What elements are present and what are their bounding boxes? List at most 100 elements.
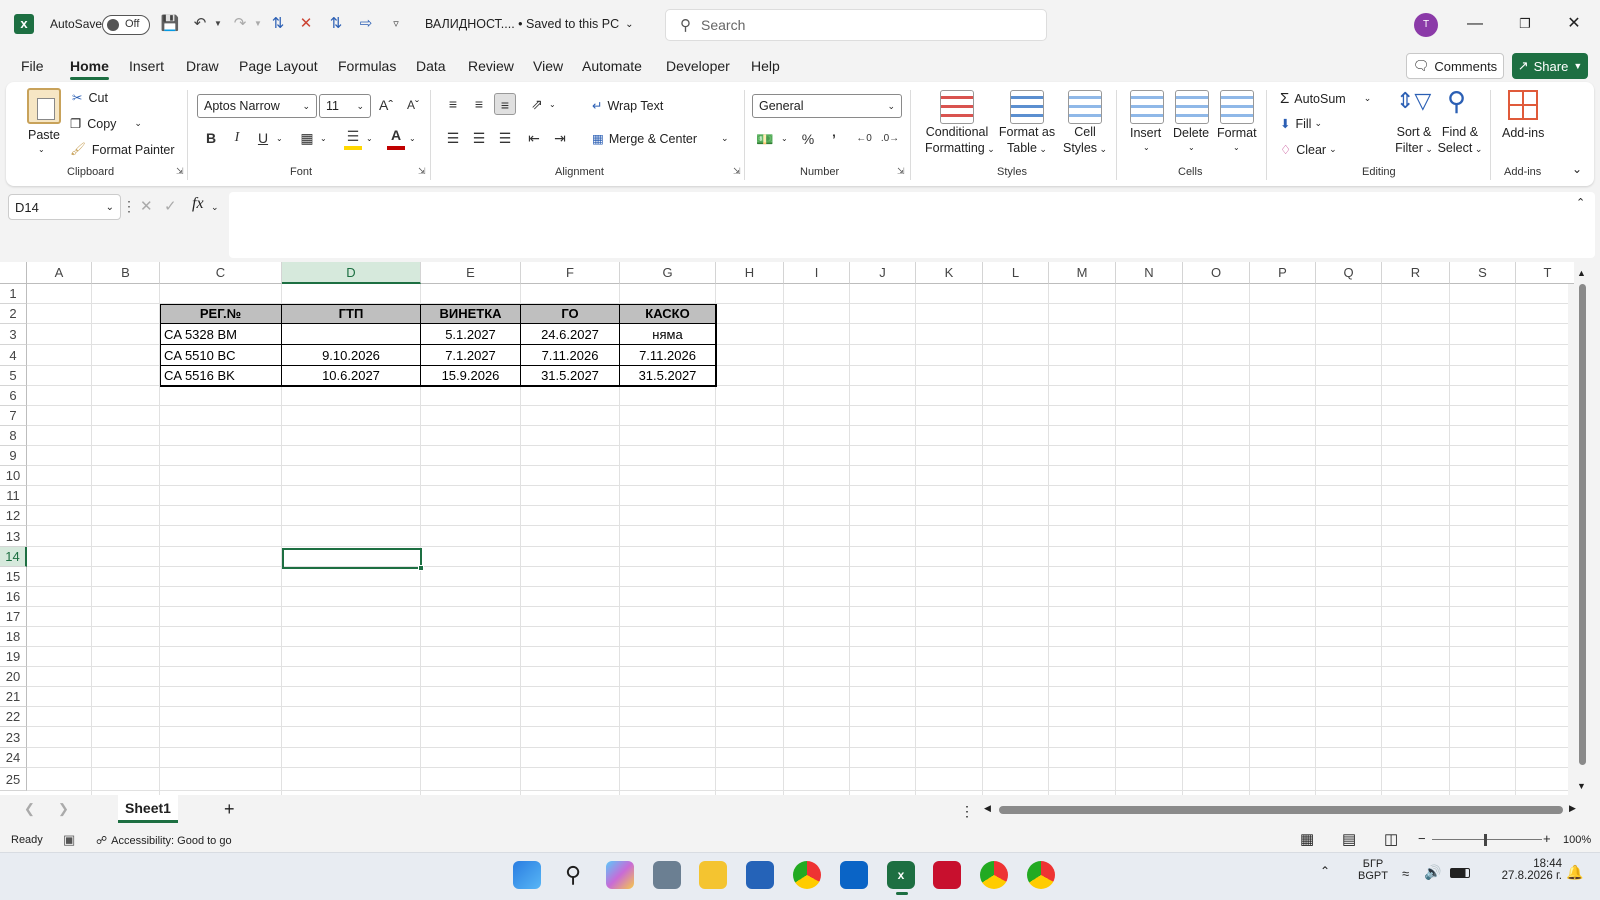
share-button[interactable]: ↗ Share ▼	[1512, 53, 1588, 79]
column-header-s[interactable]: S	[1450, 262, 1516, 284]
column-header-p[interactable]: P	[1250, 262, 1316, 284]
delete-dropdown-icon[interactable]: ⌄	[1188, 143, 1195, 152]
add-sheet-button[interactable]: +	[224, 799, 235, 820]
format-painter-button[interactable]: 🖌 Format Painter	[70, 142, 175, 157]
battery-icon[interactable]	[1450, 868, 1470, 878]
paste-icon[interactable]	[27, 88, 61, 124]
font-family-select[interactable]: Aptos Narrow ⌄	[197, 94, 317, 118]
show-hidden-icons-icon[interactable]: ⌃	[1320, 864, 1330, 878]
find-select-icon[interactable]: ⚲	[1447, 86, 1466, 117]
row-header-18[interactable]: 18	[0, 627, 27, 647]
format-as-table-icon[interactable]	[1010, 90, 1044, 124]
table-header-cell[interactable]: КАСКО	[620, 304, 716, 324]
macro-record-icon[interactable]: ▣	[63, 832, 75, 848]
scroll-left-icon[interactable]: ◀	[984, 803, 991, 814]
dialog-launcher-icon[interactable]: ⇲	[733, 166, 741, 177]
add-ins-label[interactable]: Add-ins	[1502, 126, 1544, 140]
menu-formulas[interactable]: Formulas	[338, 58, 396, 74]
volume-icon[interactable]: 🔊	[1424, 864, 1441, 881]
page-layout-view-icon[interactable]: ▤	[1342, 830, 1356, 848]
table-cell[interactable]: 7.11.2026	[521, 345, 620, 366]
selected-cell[interactable]	[282, 548, 422, 569]
row-header-24[interactable]: 24	[0, 748, 27, 768]
delete-cells-label[interactable]: Delete	[1173, 126, 1209, 140]
minimize-icon[interactable]: —	[1460, 12, 1490, 36]
scroll-down-icon[interactable]: ▼	[1577, 781, 1586, 791]
row-header-12[interactable]: 12	[0, 506, 27, 526]
close-icon[interactable]: ✕	[1559, 12, 1589, 36]
row-header-11[interactable]: 11	[0, 486, 27, 506]
menu-data[interactable]: Data	[416, 58, 446, 74]
column-header-i[interactable]: I	[784, 262, 850, 284]
format-dropdown-icon[interactable]: ⌄	[1233, 143, 1240, 152]
table-cell[interactable]: 15.9.2026	[421, 366, 521, 386]
chrome-profile2-icon[interactable]	[1027, 861, 1055, 889]
chrome-icon[interactable]	[793, 861, 821, 889]
column-header-h[interactable]: H	[716, 262, 784, 284]
outlook-icon[interactable]	[840, 861, 868, 889]
menu-help[interactable]: Help	[751, 58, 780, 74]
prev-sheet-icon[interactable]: ❮	[24, 801, 35, 817]
insert-dropdown-icon[interactable]: ⌄	[1143, 143, 1150, 152]
copy-button[interactable]: ❐ Copy ⌄	[70, 116, 142, 132]
more-tabs-icon[interactable]: ⋮	[960, 803, 974, 820]
table-cell[interactable]: 31.5.2027	[521, 366, 620, 386]
align-center-icon[interactable]: ☰	[468, 127, 490, 149]
row-header-15[interactable]: 15	[0, 567, 27, 587]
row-header-16[interactable]: 16	[0, 587, 27, 607]
column-header-d[interactable]: D	[282, 262, 421, 284]
add-ins-icon[interactable]	[1508, 90, 1538, 120]
menu-draw[interactable]: Draw	[186, 58, 219, 74]
wrap-text-button[interactable]: ↵ Wrap Text	[592, 98, 663, 114]
table-cell[interactable]: 9.10.2026	[282, 345, 421, 366]
table-cell[interactable]	[282, 324, 421, 345]
decrease-font-icon[interactable]: Aˇ	[402, 94, 424, 116]
confirm-entry-icon[interactable]: ✓	[164, 197, 177, 215]
row-header-25[interactable]: 25	[0, 768, 27, 791]
menu-automate[interactable]: Automate	[582, 58, 642, 74]
sort-filter-button[interactable]: Sort & Filter ⌄	[1392, 124, 1436, 157]
row-header-4[interactable]: 4	[0, 345, 27, 366]
cut-button[interactable]: ✂ Cut	[72, 90, 108, 106]
scroll-up-icon[interactable]: ▲	[1577, 268, 1586, 278]
table-header-cell[interactable]: ГТП	[282, 304, 421, 324]
align-bottom-icon[interactable]: ≡	[494, 93, 516, 115]
column-header-c[interactable]: C	[160, 262, 282, 284]
row-header-19[interactable]: 19	[0, 647, 27, 667]
format-as-table-button[interactable]: Format as Table ⌄	[996, 124, 1058, 157]
autosum-button[interactable]: Σ AutoSum ⌄	[1280, 90, 1371, 107]
collapse-formula-bar-icon[interactable]: ⌃	[1576, 196, 1585, 209]
column-header-q[interactable]: Q	[1316, 262, 1382, 284]
row-header-9[interactable]: 9	[0, 446, 27, 466]
page-break-view-icon[interactable]: ◫	[1384, 830, 1398, 848]
vertical-scroll-thumb[interactable]	[1579, 284, 1586, 765]
zoom-in-icon[interactable]: +	[1543, 831, 1551, 846]
name-box[interactable]: D14 ⌄	[8, 194, 121, 220]
table-header-cell[interactable]: РЕГ.№	[160, 304, 282, 324]
redo-dropdown-icon[interactable]: ▼	[248, 14, 268, 34]
indent-icon[interactable]: ⇨	[356, 14, 376, 34]
table-cell[interactable]: CA 5510 BC	[160, 345, 282, 366]
table-cell[interactable]: 31.5.2027	[620, 366, 716, 386]
menu-review[interactable]: Review	[468, 58, 514, 74]
row-header-23[interactable]: 23	[0, 727, 27, 748]
paste-label[interactable]: Paste	[28, 128, 60, 142]
decrease-decimal-icon[interactable]: .0→	[879, 128, 901, 150]
decrease-indent-icon[interactable]: ⇤	[523, 127, 545, 149]
sort-ascending-icon[interactable]: ⇅	[268, 14, 288, 34]
fill-button[interactable]: ⬇ Fill ⌄	[1280, 116, 1322, 132]
column-header-l[interactable]: L	[983, 262, 1049, 284]
sort-descending-icon[interactable]: ⇅	[326, 14, 346, 34]
menu-insert[interactable]: Insert	[129, 58, 164, 74]
menu-home[interactable]: Home	[70, 58, 109, 80]
notifications-icon[interactable]: 🔔	[1566, 864, 1583, 881]
column-header-f[interactable]: F	[521, 262, 620, 284]
fill-dropdown-icon[interactable]: ⌄	[366, 134, 373, 143]
language-indicator[interactable]: БГР BGPT	[1358, 858, 1388, 882]
next-sheet-icon[interactable]: ❯	[58, 801, 69, 817]
customize-qat-icon[interactable]: ▿	[386, 14, 406, 34]
more-options-icon[interactable]: ⋮	[122, 198, 136, 215]
wifi-icon[interactable]: ≈	[1402, 866, 1409, 881]
cell-styles-button[interactable]: Cell Styles ⌄	[1063, 124, 1107, 157]
table-cell[interactable]: 7.1.2027	[421, 345, 521, 366]
